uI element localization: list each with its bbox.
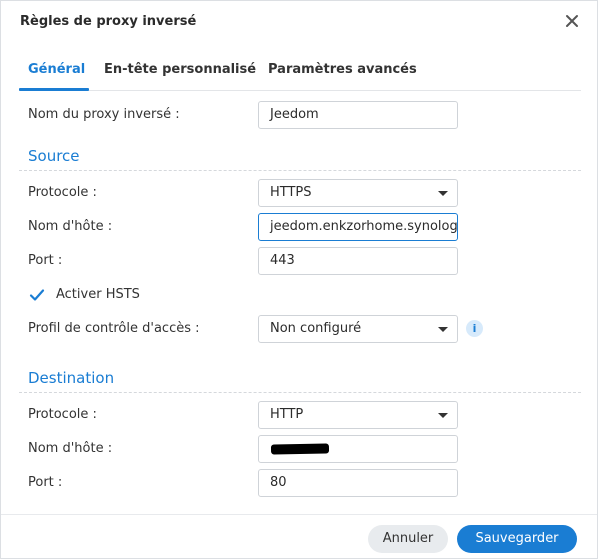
destination-port-label: Port : [28, 475, 63, 490]
reverse-proxy-dialog: Règles de proxy inversé Général En-tête … [0, 0, 598, 559]
destination-hostname-input[interactable] [258, 435, 458, 463]
hsts-label[interactable]: Activer HSTS [56, 287, 140, 302]
dialog-footer: Annuler Sauvegarder [1, 514, 597, 559]
access-profile-value: Non configuré [270, 321, 362, 336]
tab-custom-header[interactable]: En-tête personnalisé [104, 62, 256, 77]
checkmark-icon [29, 289, 45, 301]
source-protocol-select[interactable]: HTTPS [258, 179, 458, 207]
tab-general[interactable]: Général [28, 62, 85, 77]
info-icon[interactable]: i [466, 320, 483, 337]
source-hostname-input[interactable]: jeedom.enkzorhome.synology.me [258, 213, 458, 241]
save-button[interactable]: Sauvegarder [457, 525, 577, 553]
chevron-down-icon [438, 191, 448, 196]
destination-divider [19, 392, 581, 393]
dialog-title: Règles de proxy inversé [20, 14, 197, 29]
source-protocol-value: HTTPS [270, 185, 312, 200]
close-icon[interactable] [563, 12, 581, 30]
proxy-name-input[interactable]: Jeedom [258, 101, 458, 129]
source-divider [19, 170, 581, 171]
redaction-mark [270, 443, 330, 455]
cancel-button[interactable]: Annuler [368, 525, 448, 553]
tab-advanced-settings[interactable]: Paramètres avancés [268, 62, 417, 77]
active-tab-indicator [19, 88, 89, 91]
destination-port-input[interactable]: 80 [258, 469, 458, 497]
access-profile-label: Profil de contrôle d'accès : [28, 321, 200, 336]
source-section-title: Source [28, 147, 80, 165]
dialog-title-bar: Règles de proxy inversé [1, 1, 597, 45]
chevron-down-icon [438, 413, 448, 418]
access-profile-select[interactable]: Non configuré [258, 315, 458, 343]
source-port-input[interactable]: 443 [258, 247, 458, 275]
destination-section-title: Destination [28, 369, 115, 387]
source-hostname-label: Nom d'hôte : [28, 219, 113, 234]
tab-bar: Général En-tête personnalisé Paramètres … [19, 53, 581, 91]
destination-protocol-value: HTTP [270, 407, 304, 422]
source-port-label: Port : [28, 253, 63, 268]
chevron-down-icon [438, 327, 448, 332]
destination-protocol-select[interactable]: HTTP [258, 401, 458, 429]
destination-protocol-label: Protocole : [28, 407, 97, 422]
proxy-name-label: Nom du proxy inversé : [28, 107, 180, 122]
destination-hostname-label: Nom d'hôte : [28, 441, 113, 456]
hsts-checkbox[interactable] [29, 287, 45, 303]
source-protocol-label: Protocole : [28, 185, 97, 200]
